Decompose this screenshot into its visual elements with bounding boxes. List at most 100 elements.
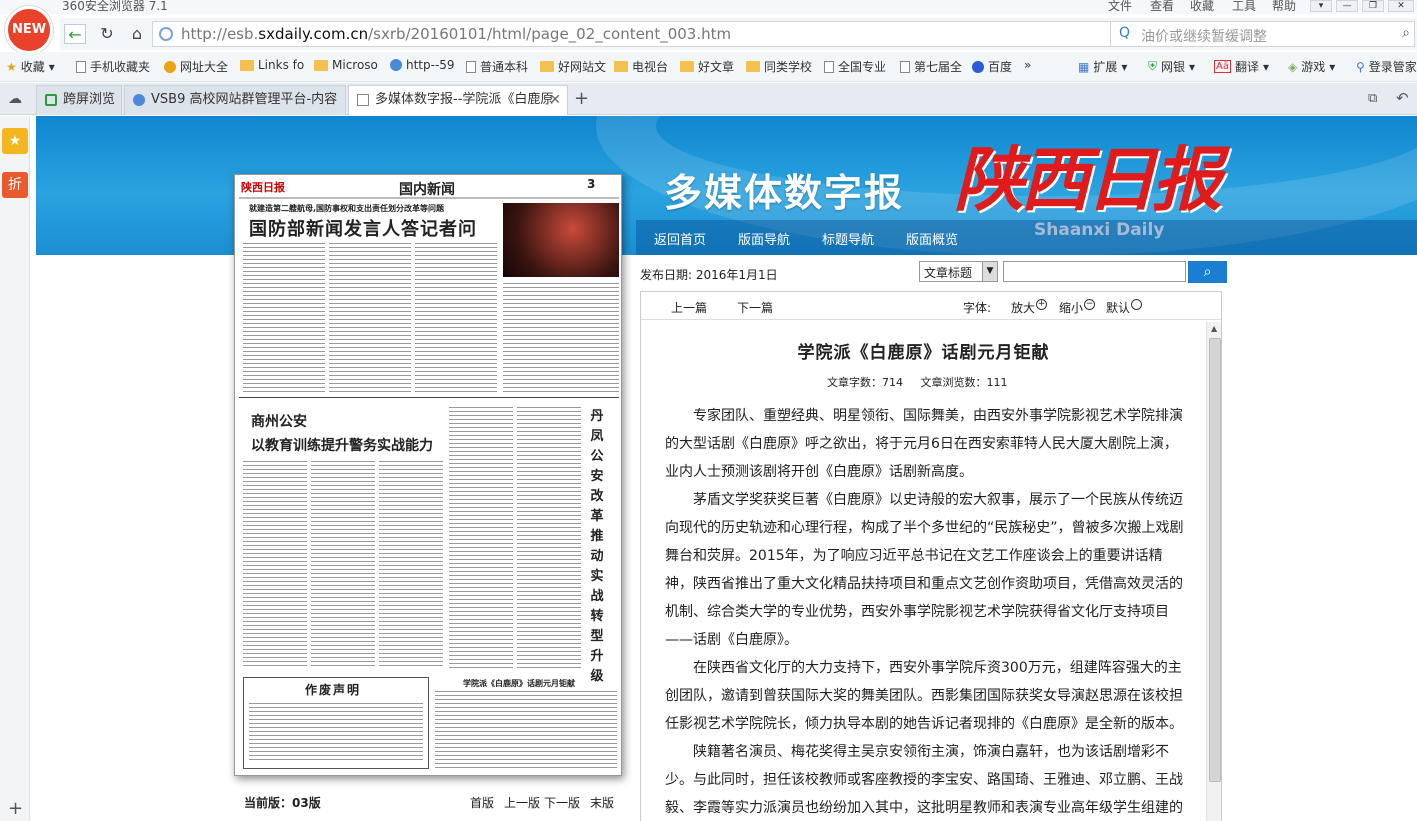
bookmark-item[interactable]: 普通本科 <box>466 58 528 75</box>
skin-button[interactable]: ▾ <box>1310 0 1332 12</box>
prev-article-link[interactable]: 上一篇 <box>671 299 707 316</box>
menu-help[interactable]: 帮助 <box>1272 0 1296 14</box>
extensions-button[interactable]: ▦ 扩展 ▾ <box>1078 58 1127 75</box>
nav-home[interactable]: 返回首页 <box>654 229 706 248</box>
bookmark-item[interactable]: 全国专业 <box>824 58 886 75</box>
login-manager-button[interactable]: ⚲ 登录管家 <box>1356 58 1417 75</box>
article-scrollbar[interactable]: ▲ <box>1206 322 1221 821</box>
paper-headline-2a[interactable]: 商州公安 <box>251 411 307 431</box>
paper-article-title[interactable]: 学院派《白鹿原》话剧元月钜献 <box>463 678 575 689</box>
home-button[interactable]: ⌂ <box>126 24 148 44</box>
url-bar[interactable]: http://esb.sxdaily.com.cn/sxrb/20160101/… <box>152 21 1162 47</box>
new-tab-button[interactable]: + <box>574 88 589 109</box>
next-edition-link[interactable]: 下一版 <box>544 794 580 811</box>
zoom-out-button[interactable]: 缩小 − <box>1059 299 1096 316</box>
folder-icon <box>540 61 554 72</box>
menu-tools[interactable]: 工具 <box>1232 0 1256 14</box>
bookmark-item[interactable]: 好网站文 <box>540 58 606 75</box>
text-column[interactable] <box>379 461 443 669</box>
text-column <box>249 703 423 763</box>
text-column[interactable] <box>311 461 375 669</box>
next-article-link[interactable]: 下一篇 <box>737 299 773 316</box>
search-icon: ⌕ <box>1203 264 1212 280</box>
undo-close-icon[interactable]: ↶ <box>1396 89 1409 107</box>
grid-icon: ▦ <box>1078 59 1090 74</box>
paper-headline[interactable]: 国防部新闻发言人答记者问 <box>249 215 477 241</box>
maximize-button[interactable]: ❐ <box>1362 0 1384 12</box>
globe-icon <box>164 60 176 73</box>
bookmark-item[interactable]: 好文章 <box>680 58 734 75</box>
last-edition-link[interactable]: 末版 <box>590 794 614 811</box>
scroll-thumb[interactable] <box>1209 338 1221 782</box>
default-size-button[interactable]: 默认 <box>1106 299 1143 316</box>
games-button[interactable]: ◈ 游戏 ▾ <box>1288 58 1335 75</box>
minimize-button[interactable]: — <box>1336 0 1358 12</box>
tab-digital-paper[interactable]: 多媒体数字报--学院派《白鹿原 ✕ <box>348 85 568 115</box>
favorites-star-icon[interactable]: ★ <box>2 128 28 154</box>
bookmark-item[interactable]: http--59 <box>390 58 455 72</box>
paper-notice-title[interactable]: 作废声明 <box>305 681 361 698</box>
bookmark-item[interactable]: Links fo <box>240 58 304 72</box>
page-icon <box>76 60 86 73</box>
article-body: 学院派《白鹿原》话剧元月钜献 文章字数：714 文章浏览数：111 专家团队、重… <box>641 322 1206 821</box>
translate-button[interactable]: Aā 翻译 ▾ <box>1214 58 1269 75</box>
text-column[interactable] <box>449 407 513 669</box>
scroll-up-icon[interactable]: ▲ <box>1211 324 1217 333</box>
bookmark-item[interactable]: 手机收藏夹 <box>76 58 150 75</box>
netbank-button[interactable]: ⛨ 网银 ▾ <box>1148 58 1195 75</box>
search-box[interactable]: Q 油价或继续暂缓调整 ⌕ <box>1110 21 1415 47</box>
text-column[interactable] <box>329 243 411 393</box>
bookmarks-more-icon[interactable]: » <box>1024 58 1031 72</box>
paper-vertical-headline[interactable]: 丹凤公安改革推动实战转型升级 <box>589 407 605 687</box>
nav-title-guide[interactable]: 标题导航 <box>822 229 874 248</box>
add-sidebar-icon[interactable]: + <box>8 798 23 819</box>
newspaper-page-image[interactable]: 陕西日报 国内新闻 3 就建造第二艘航母,国防事权和支出责任划分改革等问题 国防… <box>234 174 622 776</box>
search-type-select[interactable]: 文章标题 ▼ <box>919 261 998 282</box>
menu-favorites[interactable]: 收藏 <box>1190 0 1214 14</box>
text-column[interactable] <box>435 691 617 769</box>
tab-vsb9[interactable]: VSB9 高校网站群管理平台-内容 <box>124 85 346 115</box>
discount-icon[interactable]: 折 <box>2 172 28 198</box>
paper-headline-2b[interactable]: 以教育训练提升警务实战能力 <box>251 435 433 455</box>
bookmark-favorites[interactable]: ★ 收藏 ▾ <box>6 58 55 75</box>
menu-file[interactable]: 文件 <box>1108 0 1132 14</box>
refresh-button[interactable]: ↻ <box>96 24 118 44</box>
text-column[interactable] <box>415 243 497 393</box>
restore-tabs-icon[interactable]: ⧉ <box>1368 91 1377 106</box>
close-button[interactable]: ✕ <box>1388 0 1414 12</box>
nav-page-guide[interactable]: 版面导航 <box>738 229 790 248</box>
bookmark-item[interactable]: Microso <box>314 58 378 72</box>
banner-title: 多媒体数字报 <box>664 170 905 215</box>
prev-edition-link[interactable]: 上一版 <box>504 794 540 811</box>
chevron-down-icon[interactable]: ▼ <box>982 262 997 281</box>
bookmark-item[interactable]: 电视台 <box>614 58 668 75</box>
text-column[interactable] <box>503 283 619 393</box>
bookmark-item[interactable]: 同类学校 <box>746 58 812 75</box>
bookmark-item[interactable]: 百度 <box>972 58 1012 75</box>
back-button[interactable]: ← <box>64 24 86 44</box>
text-column[interactable] <box>517 407 581 669</box>
browser-logo[interactable]: NEW <box>5 6 53 54</box>
paper-subheadline[interactable]: 就建造第二艘航母,国防事权和支出责任划分改革等问题 <box>249 203 444 214</box>
folder-icon <box>240 59 254 71</box>
zoom-in-button[interactable]: 放大 + <box>1011 299 1048 316</box>
text-column[interactable] <box>243 243 325 393</box>
menu-view[interactable]: 查看 <box>1150 0 1174 14</box>
first-edition-link[interactable]: 首版 <box>470 794 494 811</box>
paper-photo[interactable] <box>503 203 619 277</box>
nav-page-overview[interactable]: 版面概览 <box>906 229 958 248</box>
tab-cross-screen[interactable]: 跨屏浏览 <box>36 85 122 115</box>
search-engine-icon[interactable]: Q <box>1119 25 1130 41</box>
app-title: 360安全浏览器 7.1 <box>62 0 168 13</box>
bookmark-item[interactable]: 网址大全 <box>164 58 228 75</box>
text-column[interactable] <box>243 461 307 669</box>
close-tab-icon[interactable]: ✕ <box>549 86 561 114</box>
phone-icon <box>45 94 57 106</box>
search-input[interactable]: 油价或继续暂缓调整 <box>1141 26 1267 46</box>
article-search-input[interactable] <box>1003 261 1186 282</box>
cloud-icon[interactable]: ☁ <box>8 91 22 107</box>
search-icon[interactable]: ⌕ <box>1402 25 1410 41</box>
bookmark-item[interactable]: 第七届全 <box>900 58 962 75</box>
article-search-button[interactable]: ⌕ <box>1188 261 1227 283</box>
game-icon: ◈ <box>1288 59 1298 74</box>
